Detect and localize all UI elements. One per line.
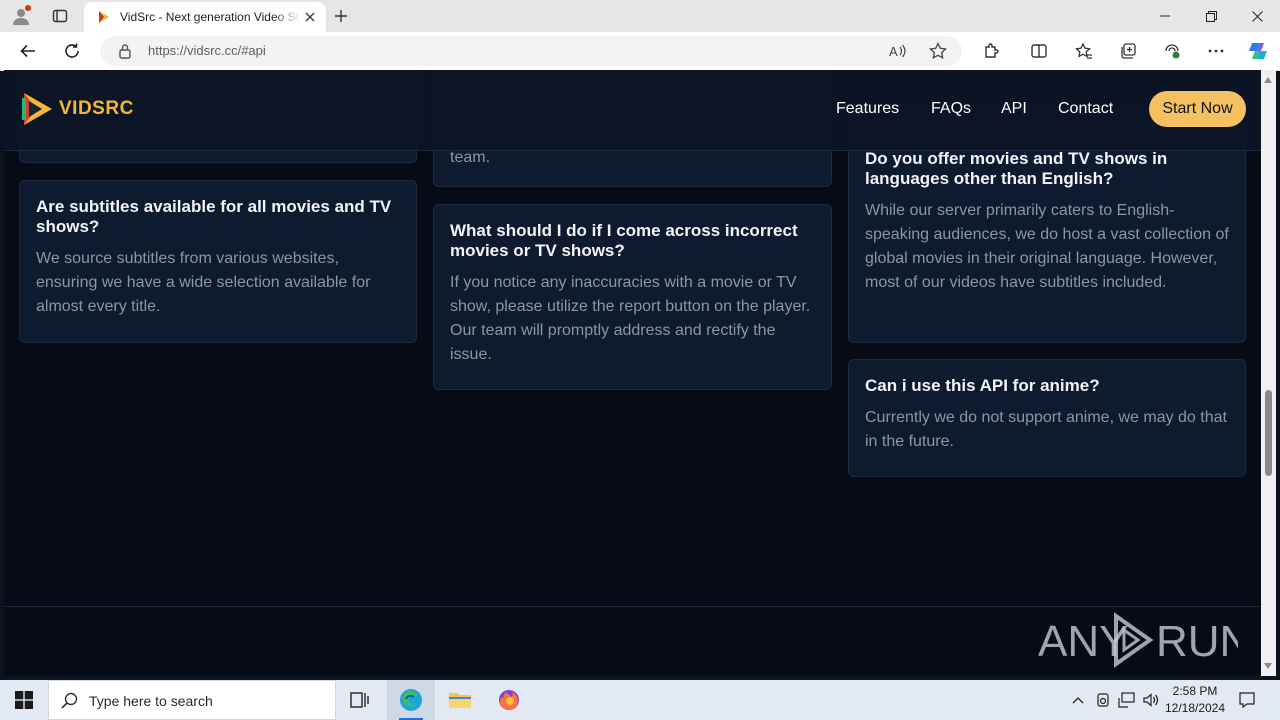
taskbar-search-box[interactable]: Type here to search xyxy=(48,680,336,720)
extensions-icon[interactable] xyxy=(977,37,1005,65)
more-menu-icon[interactable] xyxy=(1202,37,1230,65)
clock-date: 12/18/2024 xyxy=(1164,701,1226,715)
windows-start-icon[interactable] xyxy=(0,680,48,720)
network-icon[interactable] xyxy=(1117,690,1137,710)
nav-features-link[interactable]: Features xyxy=(836,100,899,118)
refresh-button[interactable] xyxy=(58,37,86,65)
faq-question: Are subtitles available for all movies a… xyxy=(36,197,392,236)
faq-card-anime: Can i use this API for anime? Currently … xyxy=(848,359,1246,477)
svg-text:A: A xyxy=(889,44,898,59)
address-bar[interactable]: https://vidsrc.cc/#api A xyxy=(100,36,962,66)
close-tab-icon[interactable] xyxy=(302,9,318,25)
active-tab[interactable]: VidSrc - Next generation Video Streaming… xyxy=(84,2,326,32)
faq-answer: Currently we do not support anime, we ma… xyxy=(865,409,1227,450)
minimize-button[interactable] xyxy=(1142,0,1188,32)
profile-icon[interactable] xyxy=(10,5,32,27)
restore-button[interactable] xyxy=(1188,0,1234,32)
faq-question: What should I do if I come across incorr… xyxy=(450,221,798,260)
nav-contact-link[interactable]: Contact xyxy=(1058,100,1113,118)
scroll-thumb[interactable] xyxy=(1265,390,1272,476)
show-hidden-icons-chevron-icon[interactable] xyxy=(1068,690,1088,710)
notification-dot xyxy=(25,5,31,11)
copilot-icon[interactable] xyxy=(1244,37,1272,65)
device-icon[interactable] xyxy=(1093,690,1113,710)
firefox-icon[interactable] xyxy=(485,680,533,720)
search-placeholder: Type here to search xyxy=(89,693,213,709)
site-navbar: VIDSRC Features FAQs API Contact Start N… xyxy=(4,70,1261,151)
tab-strip: VidSrc - Next generation Video Streaming… xyxy=(0,0,1280,32)
lock-icon[interactable] xyxy=(118,43,132,59)
edge-taskbar-icon[interactable] xyxy=(387,680,435,720)
task-view-icon[interactable] xyxy=(336,680,384,720)
faq-card-subtitles: Are subtitles available for all movies a… xyxy=(19,180,417,343)
search-icon xyxy=(61,692,78,709)
anyrun-watermark: ANY RUN xyxy=(1038,608,1238,672)
nav-api-link[interactable]: API xyxy=(1001,100,1027,118)
url-text[interactable]: https://vidsrc.cc/#api xyxy=(148,43,266,58)
faq-answer: We source subtitles from various website… xyxy=(36,250,371,315)
faq-question: Can i use this API for anime? xyxy=(865,376,1100,395)
back-button[interactable] xyxy=(14,37,42,65)
faq-answer: If you notice any inaccuracies with a mo… xyxy=(450,274,811,363)
page-viewport: team. Are subtitles available for all mo… xyxy=(4,70,1261,676)
windows-taskbar: Type here to search 2:58 PM 12/18/2024 xyxy=(0,680,1280,720)
faq-card-incorrect: What should I do if I come across incorr… xyxy=(433,204,832,390)
page-scrollbar[interactable] xyxy=(1261,70,1276,676)
clock-time: 2:58 PM xyxy=(1172,684,1218,698)
favorite-star-icon[interactable] xyxy=(928,41,948,61)
browser-toolbar: https://vidsrc.cc/#api A xyxy=(0,32,1280,71)
file-explorer-icon[interactable] xyxy=(436,680,484,720)
new-tab-button[interactable] xyxy=(330,5,352,27)
tab-title: VidSrc - Next generation Video Streaming… xyxy=(120,10,300,24)
notifications-icon[interactable] xyxy=(1237,690,1257,710)
taskbar-clock[interactable]: 2:58 PM 12/18/2024 xyxy=(1162,683,1228,717)
svg-text:RUN: RUN xyxy=(1156,617,1238,666)
read-aloud-icon[interactable]: A xyxy=(888,41,908,61)
collections-icon[interactable] xyxy=(1114,37,1142,65)
faq-question: Do you offer movies and TV shows in lang… xyxy=(865,149,1168,188)
footer-divider xyxy=(4,606,1261,607)
favorites-icon[interactable] xyxy=(1070,37,1098,65)
scroll-up-arrow-icon[interactable] xyxy=(1264,77,1272,83)
browser-essentials-icon[interactable] xyxy=(1158,37,1186,65)
site-logo[interactable]: VIDSRC xyxy=(20,90,134,128)
nav-faqs-link[interactable]: FAQs xyxy=(931,100,971,118)
vidsrc-favicon-icon xyxy=(96,9,112,25)
split-screen-icon[interactable] xyxy=(1025,37,1053,65)
scroll-down-arrow-icon[interactable] xyxy=(1264,663,1272,669)
start-now-button[interactable]: Start Now xyxy=(1149,91,1246,127)
logo-text: VIDSRC xyxy=(59,98,134,119)
close-window-button[interactable] xyxy=(1234,0,1280,32)
faq-answer: While our server primarily caters to Eng… xyxy=(865,202,1229,291)
tab-actions-icon[interactable] xyxy=(48,4,72,28)
volume-icon[interactable] xyxy=(1141,690,1161,710)
vidsrc-logo-icon xyxy=(20,90,56,128)
